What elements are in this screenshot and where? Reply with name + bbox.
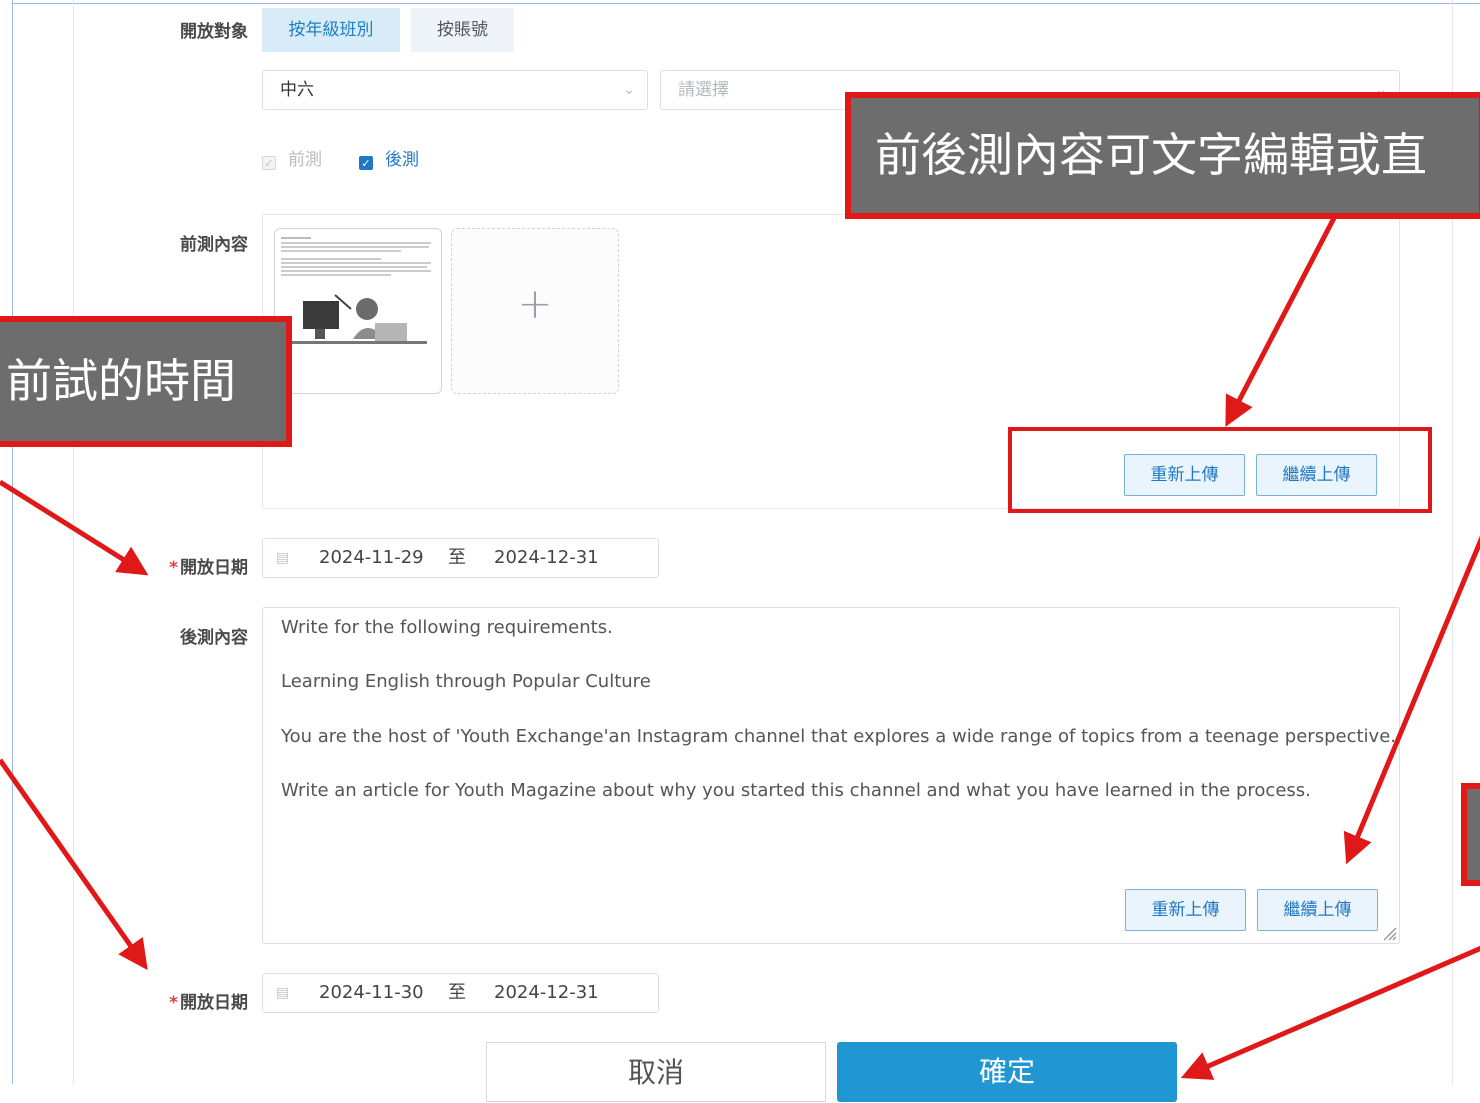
cancel-button[interactable]: 取消 (486, 1042, 826, 1102)
pretest-open-date-label-text: 開放日期 (180, 558, 248, 578)
class-select-placeholder: 請選擇 (678, 80, 729, 100)
arrow-to-posttest-date (0, 758, 148, 971)
annotation-callout-right-partial (1461, 783, 1480, 886)
posttest-start-date[interactable]: 2024-11-30 (319, 974, 424, 1012)
annotation-callout-left: 前試的時間 (0, 316, 292, 447)
posttest-date-range-picker[interactable]: ▤ 2024-11-30 至 2024-12-31 (262, 973, 659, 1013)
posttest-line-1: Write for the following requirements. (281, 617, 613, 638)
arrow-to-confirm-button (1180, 945, 1480, 1080)
posttest-line-3: You are the host of 'Youth Exchange'an I… (281, 726, 1396, 747)
calendar-icon: ▤ (276, 985, 290, 1001)
chevron-down-icon: ⌄ (623, 82, 635, 98)
frame-border-top (12, 3, 1480, 4)
pretest-open-date-label: * 開放日期 (128, 553, 248, 578)
posttest-content-label: 後測內容 (180, 628, 248, 648)
document-preview-image (281, 237, 431, 344)
grade-select[interactable]: 中六 ⌄ (262, 70, 648, 110)
posttest-open-date-label: * 開放日期 (128, 988, 248, 1013)
annotation-callout-top: 前後測內容可文字編輯或直 (845, 92, 1480, 219)
date-range-separator: 至 (448, 547, 466, 568)
audience-label: 開放對象 (180, 22, 248, 42)
plus-icon: + (517, 279, 553, 328)
posttest-checkbox-label: 後測 (385, 150, 419, 170)
posttest-end-date[interactable]: 2024-12-31 (494, 974, 599, 1012)
pretest-checkbox[interactable]: ✓ 前測 (262, 150, 322, 170)
pretest-content-label: 前測內容 (180, 235, 248, 255)
grade-select-value: 中六 (280, 80, 314, 100)
check-icon: ✓ (262, 156, 276, 170)
required-asterisk: * (169, 993, 178, 1013)
confirm-button[interactable]: 確定 (837, 1042, 1177, 1102)
posttest-line-4: Write an article for Youth Magazine abou… (281, 780, 1311, 801)
calendar-icon: ▤ (276, 550, 290, 566)
posttest-continue-upload-button[interactable]: 繼續上傳 (1257, 889, 1378, 931)
posttest-reupload-button[interactable]: 重新上傳 (1125, 889, 1246, 931)
form-border-left (73, 0, 74, 1084)
required-asterisk: * (169, 558, 178, 578)
resize-handle-icon[interactable] (1381, 925, 1397, 941)
date-range-separator: 至 (448, 982, 466, 1003)
check-icon: ✓ (359, 156, 373, 170)
tab-by-grade-class[interactable]: 按年級班別 (262, 8, 400, 52)
add-image-button[interactable]: + (451, 228, 619, 394)
annotation-highlight-upload-buttons (1008, 427, 1432, 513)
pretest-start-date[interactable]: 2024-11-29 (319, 539, 424, 577)
posttest-checkbox[interactable]: ✓ 後測 (359, 150, 419, 170)
pretest-date-range-picker[interactable]: ▤ 2024-11-29 至 2024-12-31 (262, 538, 659, 578)
frame-border-left (12, 0, 13, 1084)
pretest-end-date[interactable]: 2024-12-31 (494, 539, 599, 577)
arrow-to-pretest-date (0, 479, 149, 576)
posttest-line-2: Learning English through Popular Culture (281, 671, 651, 692)
pretest-image-thumbnail[interactable] (274, 228, 442, 394)
posttest-open-date-label-text: 開放日期 (180, 993, 248, 1013)
tab-by-account[interactable]: 按賬號 (411, 8, 514, 52)
pretest-checkbox-label: 前測 (288, 150, 322, 170)
